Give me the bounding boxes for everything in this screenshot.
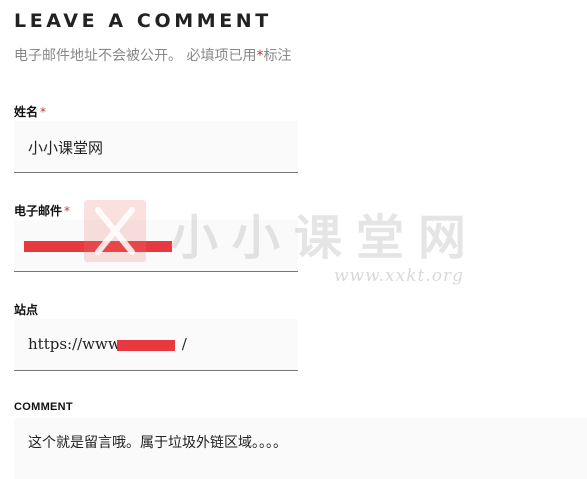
email-label-text: 电子邮件 — [14, 204, 63, 218]
name-field[interactable]: 小小课堂网 — [14, 121, 298, 173]
comment-textarea[interactable]: 这个就是留言哦。属于垃圾外链区域。。。。 — [14, 418, 587, 479]
comment-textarea-value: 这个就是留言哦。属于垃圾外链区域。。。。 — [28, 435, 287, 451]
email-redaction — [24, 241, 172, 252]
name-label-text: 姓名 — [14, 105, 39, 119]
url-label: 站点 — [14, 301, 38, 318]
email-field[interactable] — [14, 220, 298, 272]
url-suffix: / — [181, 335, 187, 353]
page-title: LEAVE A COMMENT — [14, 10, 272, 32]
required-star: * — [64, 204, 71, 218]
url-prefix: https://www. — [28, 335, 124, 353]
comment-label-text: COMMENT — [14, 401, 73, 413]
name-label: 姓名 * — [14, 103, 46, 120]
url-field[interactable]: https://www. / — [14, 319, 298, 371]
comment-label: COMMENT — [14, 401, 73, 413]
notes-text: 电子邮件地址不会被公开。 必填项已用 — [14, 48, 257, 64]
required-star: * — [40, 105, 47, 119]
watermark-url: www.xxkt.org — [334, 266, 464, 286]
notes-suffix: 标注 — [263, 48, 292, 64]
email-label: 电子邮件 * — [14, 202, 70, 219]
comment-notes: 电子邮件地址不会被公开。 必填项已用*标注 — [14, 45, 291, 65]
name-field-value: 小小课堂网 — [28, 139, 104, 157]
url-redaction — [117, 340, 175, 351]
url-label-text: 站点 — [14, 303, 39, 317]
